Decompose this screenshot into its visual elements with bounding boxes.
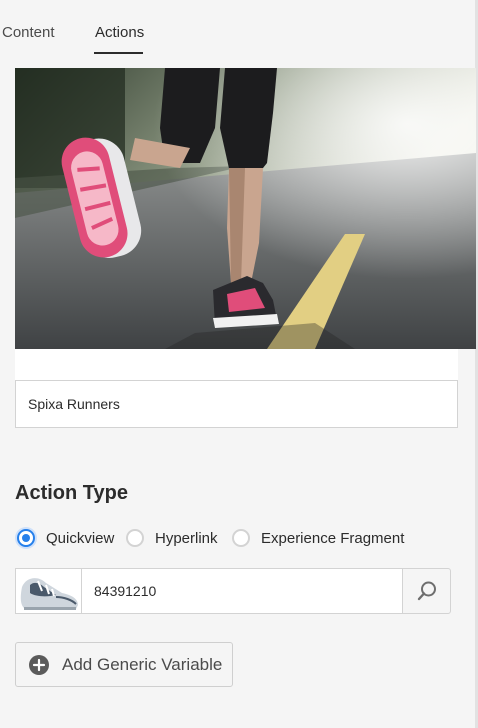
radio-experience-fragment[interactable]: Experience Fragment (232, 526, 404, 550)
add-generic-variable-button[interactable]: Add Generic Variable (15, 642, 233, 687)
radio-button[interactable] (126, 529, 144, 547)
tab-content[interactable]: Content (2, 24, 55, 41)
product-search-button[interactable] (402, 568, 451, 614)
radio-hyperlink[interactable]: Hyperlink (126, 526, 218, 550)
product-sku-input[interactable] (82, 569, 394, 613)
title-field[interactable] (15, 380, 458, 428)
tab-bar: Content Actions (0, 0, 475, 56)
radio-label-quickview: Quickview (46, 529, 115, 547)
action-type-radio-group: Quickview Hyperlink Experience Fragment (15, 526, 455, 550)
add-generic-variable-label: Add Generic Variable (62, 654, 223, 674)
hero-image (15, 68, 476, 349)
radio-button-checked[interactable] (17, 529, 35, 547)
action-type-heading: Action Type (15, 482, 128, 504)
product-sku-field[interactable] (81, 568, 403, 614)
title-input[interactable] (16, 381, 448, 427)
search-icon (417, 581, 436, 601)
radio-label-experience-fragment: Experience Fragment (261, 529, 405, 547)
hero-image-padding (15, 349, 458, 380)
product-thumbnail (15, 568, 81, 614)
add-circle-icon (29, 654, 49, 675)
product-picker (15, 568, 451, 614)
radio-label-hyperlink: Hyperlink (155, 529, 218, 547)
running-shoe-icon (16, 569, 81, 613)
active-tab-indicator (94, 52, 143, 54)
radio-button[interactable] (232, 529, 250, 547)
radio-quickview[interactable]: Quickview (17, 526, 114, 550)
tab-actions[interactable]: Actions (95, 24, 144, 41)
